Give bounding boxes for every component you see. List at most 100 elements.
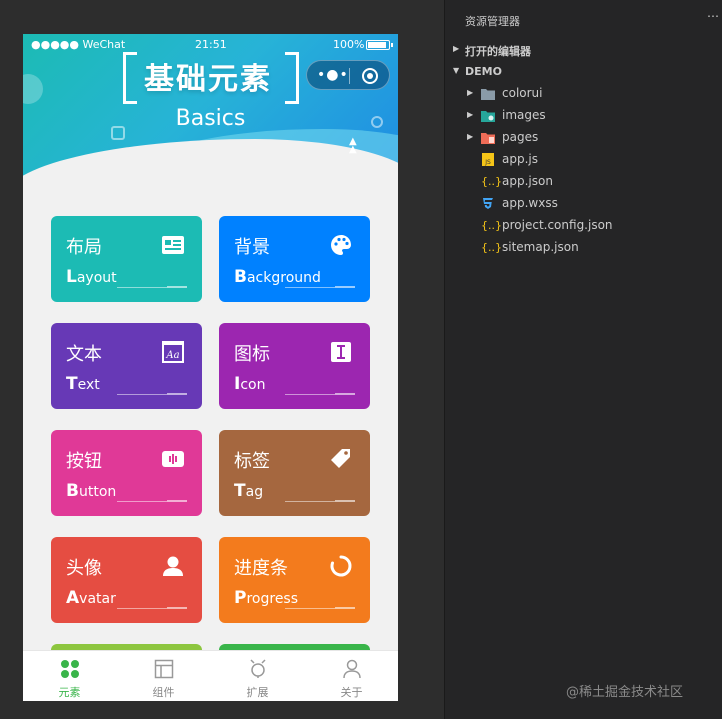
card-title-en: Progress [234,588,298,608]
card-shadow [55,511,198,521]
card-rest: vatar [79,591,116,607]
tree-item-name: colorui [502,86,543,100]
card-underline [285,287,335,288]
card-avatar[interactable]: 头像 Avatar [51,537,202,628]
card-rest: rogress [246,591,299,607]
tree-file-project-config[interactable]: {..} project.config.json [445,215,722,237]
tree-item-name: images [502,108,546,122]
card-underline-accent [335,393,355,395]
status-time: 21:51 [195,38,227,51]
profile-icon [343,659,361,679]
tree-folder-colorui[interactable]: ▶ colorui [445,83,722,105]
tab-about[interactable]: 关于 [305,651,398,701]
js-file-icon: JS [482,153,494,166]
card-initial: P [234,588,247,608]
components-icon [154,659,174,679]
card-title-en: Icon [234,374,265,394]
tree-file-app-js[interactable]: JS app.js [445,149,722,171]
card-shadow [223,404,366,414]
card-button[interactable]: 按钮 Button [51,430,202,521]
card-rest: ayout [76,270,117,286]
card-underline [285,608,335,609]
decor-arrows-icon: ▲ ▲ [349,136,357,155]
carrier-label: ●●●●● WeChat [31,38,126,51]
elements-icon [61,660,79,678]
decor-bubble-icon [23,74,43,104]
capsule-separator [349,68,350,84]
explorer-panel: 资源管理器 ⋯ ▶ 打开的编辑器 ▼ DEMO ▶ colorui ▶ imag… [444,0,722,719]
tree-file-app-wxss[interactable]: app.wxss [445,193,722,215]
card-underline-accent [335,500,355,502]
card-underline-accent [335,286,355,288]
chevron-right-icon: ▶ [453,44,460,53]
more-menu-icon[interactable]: •●• [317,67,349,83]
section-open-editors[interactable]: ▶ 打开的编辑器 [445,39,722,61]
card-icon[interactable]: 图标 Icon [219,323,370,414]
card-underline [285,394,335,395]
json-file-icon: {..} [481,219,502,232]
watermark: @稀土掘金技术社区 [566,685,684,700]
chevron-down-icon: ▼ [453,66,460,75]
tree-folder-images[interactable]: ▶ images [445,105,722,127]
miniprogram-capsule: •●• [306,60,390,90]
card-title-en: Background [234,267,321,287]
section-project[interactable]: ▼ DEMO [445,61,722,83]
card-initial: B [234,267,247,287]
card-underline [285,501,335,502]
card-shadow [55,404,198,414]
plugin-icon [250,659,266,678]
page-title: 基础元素 [144,62,272,97]
card-initial: B [66,481,79,501]
card-underline-accent [167,393,187,395]
card-initial: T [234,481,246,501]
card-title-cn: 标签 [234,451,270,472]
tree-item-name: project.config.json [502,218,613,232]
id-card-icon [162,236,184,254]
loading-icon [330,555,352,577]
card-tag[interactable]: 标签 Tag [219,430,370,521]
tab-label: 扩展 [246,686,269,699]
tag-icon [331,449,350,468]
explorer-more-icon[interactable]: ⋯ [707,9,719,23]
card-progress[interactable]: 进度条 Progress [219,537,370,628]
card-underline [117,608,167,609]
tree-item-name: app.js [502,152,538,166]
tab-elements[interactable]: 元素 [23,651,116,701]
card-rest: ackground [246,270,321,286]
card-underline-accent [335,607,355,609]
card-title-en: Avatar [66,588,116,608]
simulator-area: 基础元素 Basics ▲ ▲ ●●●●● WeChat 21:51 100% •… [0,0,444,719]
card-layout[interactable]: 布局 Layout [51,216,202,307]
battery-icon [366,40,390,50]
tab-extensions[interactable]: 扩展 [211,651,304,701]
card-shadow [223,618,366,628]
title-bracket-right [285,52,299,104]
card-background[interactable]: 背景 Background [219,216,370,307]
card-underline-accent [167,286,187,288]
card-initial: A [66,588,80,608]
json-file-icon: {..} [481,175,502,188]
close-miniprogram-icon[interactable] [362,68,378,84]
card-title-cn: 布局 [66,237,102,258]
card-shadow [223,297,366,307]
card-rest: ag [245,484,264,500]
explorer-title: 资源管理器 [465,15,520,28]
section-label: DEMO [465,65,502,78]
tree-folder-pages[interactable]: ▶ pages [445,127,722,149]
tree-file-app-json[interactable]: {..} app.json [445,171,722,193]
section-label: 打开的编辑器 [465,45,531,58]
card-underline-accent [167,500,187,502]
json-file-icon: {..} [481,241,502,254]
person-icon [163,556,183,576]
card-text[interactable]: 文本 Text Aa [51,323,202,414]
tab-components[interactable]: 组件 [117,651,210,701]
tab-label: 关于 [340,686,363,699]
card-shadow [223,511,366,521]
card-title-cn: 进度条 [234,558,288,579]
card-title-en: Tag [234,481,263,501]
card-title-cn: 按钮 [66,451,102,472]
css-file-icon [483,198,493,209]
card-initial: L [66,267,77,287]
phone-screen: 基础元素 Basics ▲ ▲ ●●●●● WeChat 21:51 100% •… [23,34,398,701]
tree-file-sitemap[interactable]: {..} sitemap.json [445,237,722,259]
